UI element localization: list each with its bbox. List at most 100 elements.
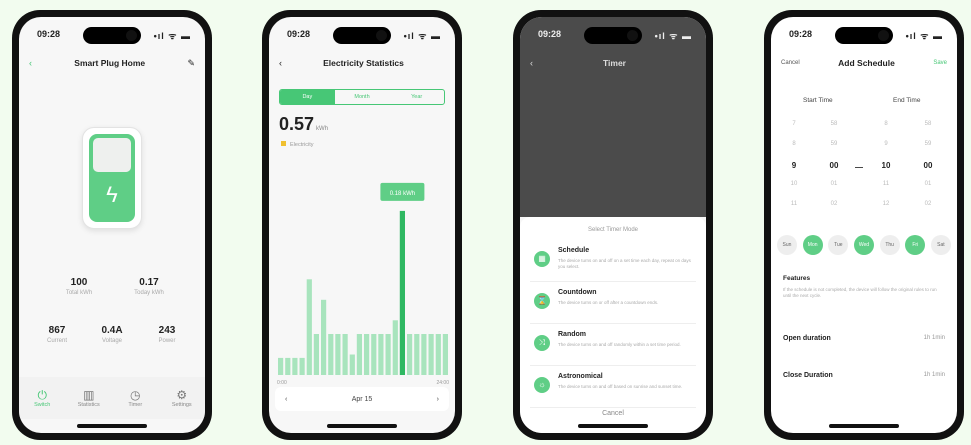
- chart-bar[interactable]: [392, 320, 398, 375]
- segment-day[interactable]: Day: [280, 90, 335, 104]
- picker-value[interactable]: 12: [871, 201, 901, 207]
- chart-bar[interactable]: [371, 334, 377, 375]
- status-icons: •ıl ᯤ ▬: [654, 31, 692, 41]
- end-time-label: End Time: [893, 97, 921, 104]
- back-icon[interactable]: ‹: [29, 58, 32, 68]
- status-icons: •ıl ᯤ ▬: [905, 31, 943, 41]
- picker-value[interactable]: 8: [779, 141, 809, 147]
- picker-value[interactable]: 9: [871, 141, 901, 147]
- value-unit: kWh: [316, 126, 329, 132]
- tab-switch[interactable]: ⏻ Switch: [25, 388, 59, 408]
- day-toggle-thu[interactable]: Thu: [879, 235, 900, 255]
- chart-bar[interactable]: [414, 334, 420, 375]
- dynamic-island: [835, 27, 893, 44]
- edit-icon[interactable]: ✎: [187, 58, 195, 69]
- picker-value[interactable]: 58: [819, 121, 849, 127]
- save-button[interactable]: Save: [933, 60, 947, 66]
- picker-value[interactable]: 9: [779, 161, 809, 170]
- device-image: ϟ: [89, 134, 135, 222]
- option-random[interactable]: ⤨ Random The device turns on and off ran…: [530, 325, 696, 366]
- chart-bar[interactable]: [335, 334, 341, 375]
- day-toggle-mon[interactable]: Mon: [802, 235, 823, 255]
- tab-settings[interactable]: ⚙ Settings: [165, 388, 199, 408]
- phone-add-schedule: 09:28 •ıl ᯤ ▬ Cancel Add Schedule Save S…: [764, 10, 964, 440]
- chart-bar[interactable]: [299, 357, 305, 375]
- picker-value[interactable]: 00: [819, 161, 849, 170]
- option-astronomical[interactable]: ☼ Astronomical The device turns on and o…: [530, 367, 696, 408]
- header: ‹ Timer: [530, 55, 696, 71]
- picker-value[interactable]: 10: [871, 161, 901, 170]
- option-schedule[interactable]: ▦ Schedule The device turns on and off o…: [530, 241, 696, 282]
- close-duration-value[interactable]: 1h 1min: [924, 372, 945, 378]
- back-icon[interactable]: ‹: [279, 58, 282, 68]
- cancel-button[interactable]: Cancel: [781, 60, 800, 66]
- start-time-label: Start Time: [803, 97, 833, 104]
- picker-value[interactable]: 02: [819, 201, 849, 207]
- chart-bar[interactable]: [407, 334, 413, 375]
- day-toggle-fri[interactable]: Fri: [905, 235, 926, 255]
- option-desc: The device turns on or off after a count…: [558, 300, 659, 305]
- chart-bar[interactable]: [349, 354, 355, 376]
- chart-bar[interactable]: [428, 334, 434, 375]
- prev-day-button[interactable]: ‹: [285, 396, 287, 403]
- stat-today: 0.17 Today kWh: [119, 277, 179, 296]
- chart-bar[interactable]: [399, 210, 405, 375]
- status-icons: •ıl ᯤ ▬: [153, 31, 191, 41]
- picker-value[interactable]: 11: [871, 181, 901, 187]
- picker-value[interactable]: 59: [819, 141, 849, 147]
- segment-year[interactable]: Year: [389, 90, 444, 104]
- chart-bar[interactable]: [385, 334, 391, 375]
- cancel-button[interactable]: Cancel: [520, 410, 706, 417]
- chart-bar[interactable]: [421, 334, 427, 375]
- tab-timer[interactable]: ◷ Timer: [118, 388, 152, 408]
- chart-bar[interactable]: [378, 334, 384, 375]
- picker-value[interactable]: 02: [913, 201, 943, 207]
- page-title: Timer: [603, 58, 626, 68]
- day-toggle-wed[interactable]: Wed: [853, 235, 874, 255]
- chart-bar[interactable]: [278, 357, 284, 375]
- picker-value[interactable]: 10: [779, 181, 809, 187]
- phone-timer-mode: 09:28 •ıl ᯤ ▬ ‹ Timer Select Timer Mode …: [513, 10, 713, 440]
- day-toggle-sun[interactable]: Sun: [777, 235, 797, 255]
- chart-bar[interactable]: [313, 334, 319, 375]
- picker-value[interactable]: 8: [871, 121, 901, 127]
- segment-month[interactable]: Month: [335, 90, 390, 104]
- day-toggle-tue[interactable]: Tue: [828, 235, 849, 255]
- page-title: Add Schedule: [838, 58, 895, 68]
- picker-value[interactable]: 7: [779, 121, 809, 127]
- option-title: Schedule: [558, 247, 590, 254]
- header: Cancel Add Schedule Save: [781, 55, 947, 71]
- x-tick-label: 0:00: [277, 380, 287, 386]
- chart-bar[interactable]: [442, 334, 448, 375]
- dimmed-background: [520, 17, 706, 217]
- x-tick-label: 24:00: [436, 380, 449, 386]
- screen: 09:28 •ıl ᯤ ▬ Cancel Add Schedule Save S…: [771, 17, 957, 433]
- day-toggle-sat[interactable]: Sat: [930, 235, 951, 255]
- tab-statistics[interactable]: ▥ Statistics: [72, 388, 106, 408]
- home-indicator: [327, 424, 397, 428]
- chart-bar[interactable]: [306, 279, 312, 375]
- chart-bar[interactable]: [321, 299, 327, 375]
- chart-bar[interactable]: [364, 334, 370, 375]
- picker-value[interactable]: 01: [913, 181, 943, 187]
- option-title: Countdown: [558, 289, 597, 296]
- chart-bar[interactable]: [342, 334, 348, 375]
- chart-bar[interactable]: [435, 334, 441, 375]
- dynamic-island: [584, 27, 642, 44]
- picker-value[interactable]: 00: [913, 161, 943, 170]
- picker-value[interactable]: 58: [913, 121, 943, 127]
- chart-bar[interactable]: [328, 334, 334, 375]
- open-duration-value[interactable]: 1h 1min: [924, 335, 945, 341]
- picker-value[interactable]: 59: [913, 141, 943, 147]
- back-icon[interactable]: ‹: [530, 58, 533, 68]
- option-countdown[interactable]: ⌛ Countdown The device turns on or off a…: [530, 283, 696, 324]
- device-card[interactable]: ϟ: [82, 127, 142, 229]
- chart-bar[interactable]: [356, 334, 362, 375]
- status-icons: •ıl ᯤ ▬: [403, 31, 441, 41]
- picker-value[interactable]: 01: [819, 181, 849, 187]
- picker-value[interactable]: 11: [779, 201, 809, 207]
- chart-bar[interactable]: [285, 357, 291, 375]
- header: ‹ Smart Plug Home ✎: [29, 55, 195, 71]
- chart-bar[interactable]: [292, 357, 298, 375]
- next-day-button[interactable]: ›: [437, 396, 439, 403]
